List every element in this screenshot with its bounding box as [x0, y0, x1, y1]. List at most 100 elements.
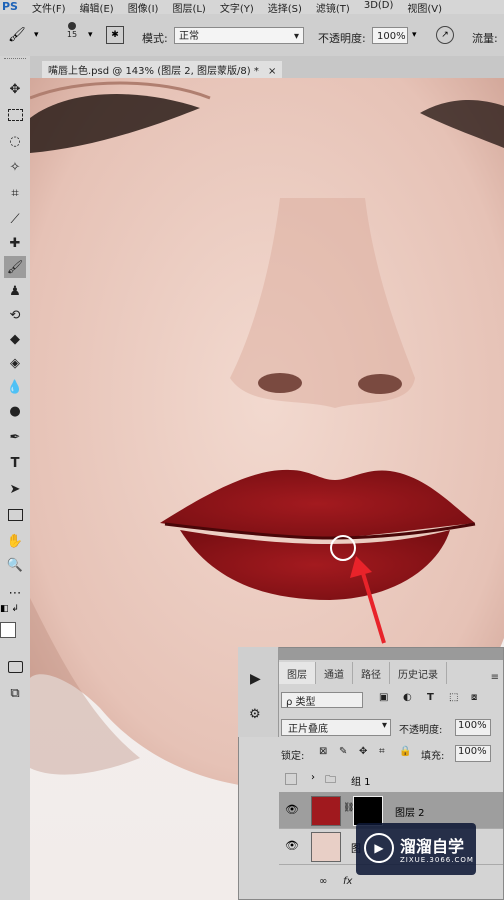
menu-file[interactable]: 文件(F)	[32, 0, 66, 15]
chevron-down-icon[interactable]: ▾	[412, 30, 417, 40]
layer-thumbnail	[311, 832, 341, 862]
default-colors-icon[interactable]: ◧ ↲	[0, 604, 19, 614]
tab-paths[interactable]: 路径	[353, 662, 390, 684]
blend-mode-value: 正片叠底	[288, 724, 328, 735]
document-title: 嘴唇上色.psd @ 143% (图层 2, 图层蒙版/8) *	[48, 66, 259, 77]
tab-history[interactable]: 历史记录	[390, 662, 447, 684]
dodge-tool-icon[interactable]: ●	[4, 400, 26, 422]
lock-artboard-icon[interactable]: ⌗	[379, 746, 385, 757]
layer-row-group[interactable]: › 🗀 组 1	[279, 768, 503, 793]
layer-opacity-value: 100%	[458, 720, 487, 731]
fx-icon[interactable]: fx	[343, 876, 352, 887]
app-logo: PS	[2, 0, 18, 13]
brush-preset-picker[interactable]: 15	[62, 22, 82, 39]
brush-panel-icon[interactable]: ✱	[106, 26, 124, 44]
opacity-field[interactable]: 100%	[372, 27, 408, 44]
pressure-opacity-icon[interactable]: ↗	[436, 26, 454, 44]
screen-mode-icon[interactable]: ⧉	[4, 682, 26, 704]
brush-tool-icon[interactable]: 🖌	[4, 256, 26, 278]
paint-bucket-icon[interactable]: ◈	[4, 352, 26, 374]
menu-view[interactable]: 视图(V)	[407, 0, 442, 15]
lock-all-icon[interactable]: 🔒	[399, 746, 411, 757]
tab-layers[interactable]: 图层	[279, 662, 316, 684]
brush-size-label: 15	[66, 30, 78, 39]
history-brush-icon[interactable]: ⟲	[4, 304, 26, 326]
fill-value: 100%	[458, 746, 487, 757]
eyedropper-icon[interactable]: ⟋	[4, 208, 26, 230]
move-tool-icon[interactable]: ✥	[4, 78, 26, 100]
layer-name: 图层 2	[395, 808, 425, 819]
blend-mode-select[interactable]: 正片叠底 ▾	[281, 719, 391, 736]
layer-name: 组 1	[351, 777, 371, 788]
shape-filter-icon[interactable]: ⬚	[449, 692, 458, 703]
panel-menu-icon[interactable]: ≡	[491, 672, 499, 683]
menu-layer[interactable]: 图层(L)	[172, 0, 205, 15]
pen-tool-icon[interactable]: ✒	[4, 426, 26, 448]
tab-channels[interactable]: 通道	[316, 662, 353, 684]
clone-stamp-icon[interactable]: ♟	[4, 280, 26, 302]
play-logo-icon: ▶	[364, 833, 394, 863]
layer-opacity-field[interactable]: 100%	[455, 719, 491, 736]
eraser-icon[interactable]: ◆	[4, 328, 26, 350]
crop-tool-icon[interactable]: ⌗	[4, 182, 26, 204]
link-layers-icon[interactable]: ∞	[319, 876, 327, 887]
opacity-label: 不透明度:	[318, 32, 366, 45]
layer-mask-thumbnail[interactable]	[353, 796, 383, 826]
magic-wand-icon[interactable]: ✧	[4, 156, 26, 178]
play-icon[interactable]: ▶	[250, 671, 261, 687]
options-bar: 🖌 ▾ 15 ▾ ✱ 模式: 正常 ▾ 不透明度: 100% ▾ ↗ 流量:	[0, 14, 504, 57]
mode-value: 正常	[179, 31, 199, 42]
path-select-icon[interactable]: ➤	[4, 478, 26, 500]
image-filter-icon[interactable]: ▣	[379, 692, 388, 703]
lasso-tool-icon[interactable]: ◌	[4, 130, 26, 152]
healing-brush-icon[interactable]: ✚	[4, 232, 26, 254]
zoom-tool-icon[interactable]: 🔍	[4, 554, 26, 576]
blur-tool-icon[interactable]: 💧	[4, 376, 26, 398]
mode-select[interactable]: 正常 ▾	[174, 27, 304, 44]
chevron-down-icon: ▾	[293, 31, 299, 42]
lock-transparency-icon[interactable]: ⊠	[319, 746, 327, 757]
chevron-right-icon[interactable]: ›	[311, 772, 315, 783]
panel-dock: ▶ ⚙	[238, 647, 279, 737]
watermark-subtitle: ZIXUE.3066.COM	[400, 856, 474, 864]
brush-tip-icon	[68, 22, 76, 30]
more-tools-icon[interactable]: ⋯	[4, 582, 26, 604]
menu-image[interactable]: 图像(I)	[128, 0, 159, 15]
menu-filter[interactable]: 滤镜(T)	[316, 0, 350, 15]
foreground-color-swatch[interactable]	[0, 622, 16, 638]
quick-mask-icon[interactable]	[4, 656, 26, 678]
lock-pixels-icon[interactable]: ✎	[339, 746, 347, 757]
smart-object-filter-icon[interactable]: ⧇	[471, 692, 477, 703]
type-filter-icon[interactable]: T	[427, 692, 434, 703]
mode-label: 模式:	[142, 32, 168, 45]
document-tab[interactable]: 嘴唇上色.psd @ 143% (图层 2, 图层蒙版/8) * ×	[42, 61, 283, 78]
chevron-down-icon[interactable]: ▾	[34, 30, 39, 40]
type-tool-icon[interactable]: T	[4, 452, 26, 474]
rectangle-tool-icon[interactable]	[4, 504, 26, 526]
chevron-down-icon[interactable]: ▾	[88, 30, 93, 40]
watermark-title: 溜溜自学	[400, 837, 465, 856]
brush-tool-icon[interactable]: 🖌	[8, 27, 26, 43]
filter-label: ρ 类型	[286, 697, 316, 708]
adjustment-filter-icon[interactable]: ◐	[403, 692, 412, 703]
fill-label: 填充:	[421, 751, 445, 762]
right-nostril	[358, 374, 402, 394]
marquee-tool-icon[interactable]	[4, 104, 26, 126]
menu-edit[interactable]: 编辑(E)	[80, 0, 114, 15]
layer-filter-select[interactable]: ρ 类型	[281, 692, 363, 708]
eye-icon[interactable]: 👁	[285, 803, 299, 816]
fill-field[interactable]: 100%	[455, 745, 491, 762]
hand-tool-icon[interactable]: ✋	[4, 530, 26, 552]
layer-thumbnail	[311, 796, 341, 826]
menu-select[interactable]: 选择(S)	[268, 0, 302, 15]
actions-icon[interactable]: ⚙	[249, 707, 261, 722]
layer-opacity-label: 不透明度:	[399, 725, 443, 736]
visibility-toggle[interactable]	[285, 773, 297, 785]
panel-grip	[4, 58, 26, 62]
eye-icon[interactable]: 👁	[285, 839, 299, 852]
menu-type[interactable]: 文字(Y)	[220, 0, 254, 15]
menu-3d[interactable]: 3D(D)	[364, 0, 394, 15]
close-icon[interactable]: ×	[268, 66, 276, 77]
chevron-down-icon: ▾	[381, 720, 387, 731]
lock-position-icon[interactable]: ✥	[359, 746, 367, 757]
